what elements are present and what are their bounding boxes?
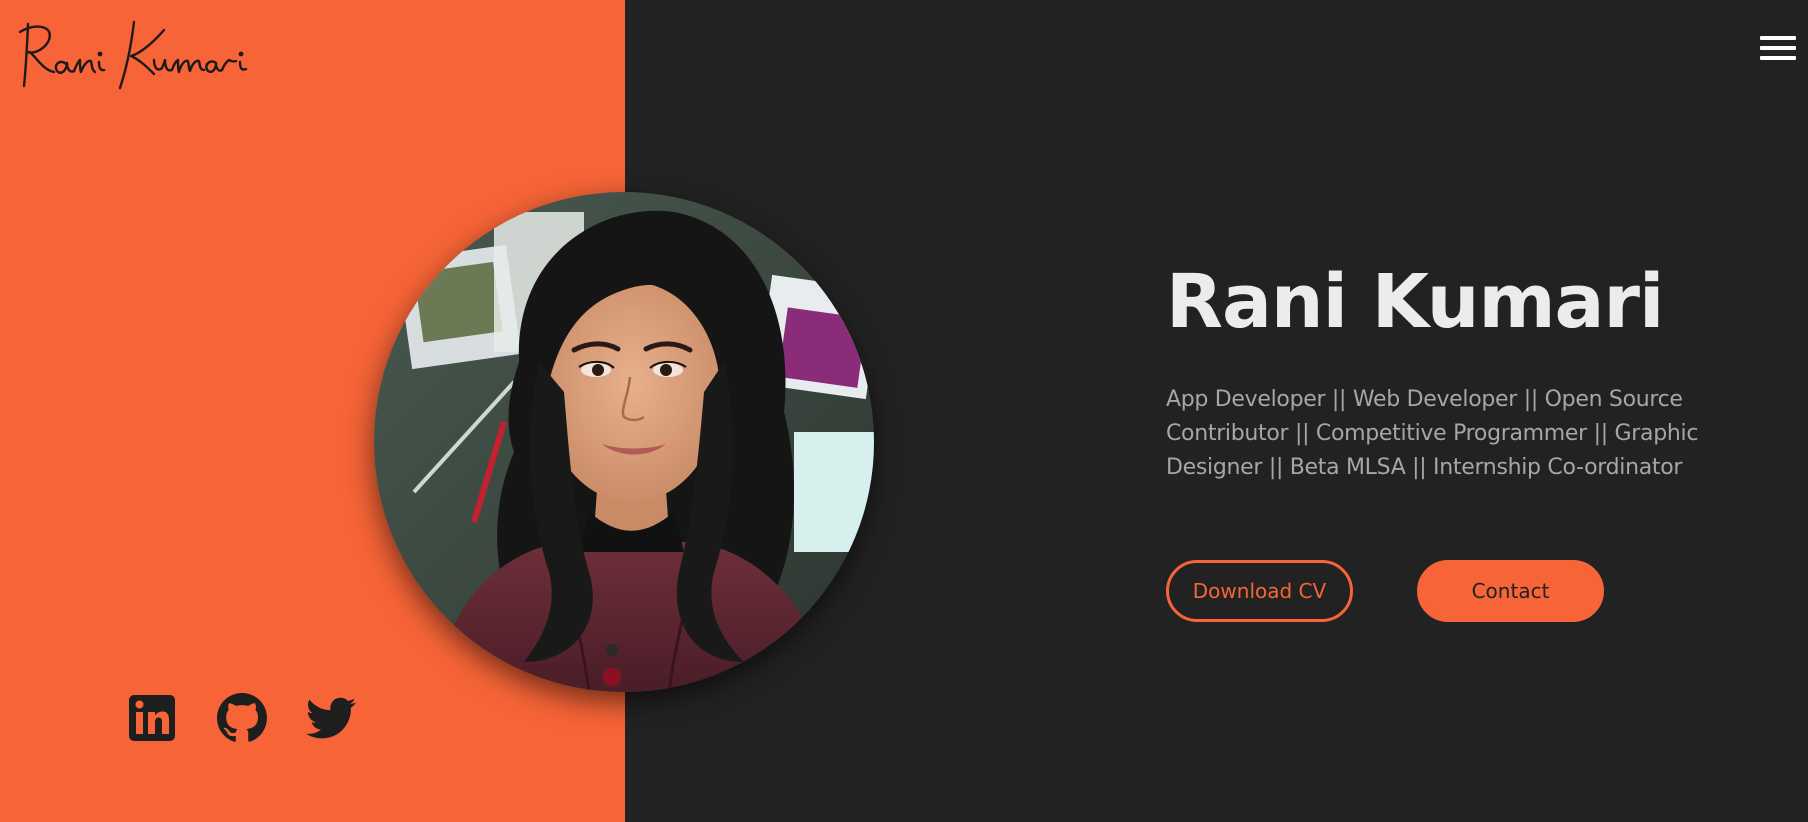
portfolio-page: Rani Kumari App Developer || Web Develop… — [0, 0, 1808, 822]
profile-photo — [374, 192, 874, 692]
hamburger-menu-icon[interactable] — [1758, 33, 1798, 65]
contact-button[interactable]: Contact — [1417, 560, 1604, 622]
signature-logo[interactable] — [14, 12, 264, 92]
hero-name: Rani Kumari — [1166, 259, 1664, 345]
twitter-icon[interactable] — [306, 693, 356, 743]
hero-tagline: App Developer || Web Developer || Open S… — [1166, 387, 1699, 480]
menu-bar — [1760, 56, 1796, 60]
menu-bar — [1760, 36, 1796, 40]
menu-bar — [1760, 46, 1796, 50]
download-cv-button[interactable]: Download CV — [1166, 560, 1353, 622]
github-icon[interactable] — [217, 693, 267, 743]
linkedin-icon[interactable] — [127, 693, 177, 743]
